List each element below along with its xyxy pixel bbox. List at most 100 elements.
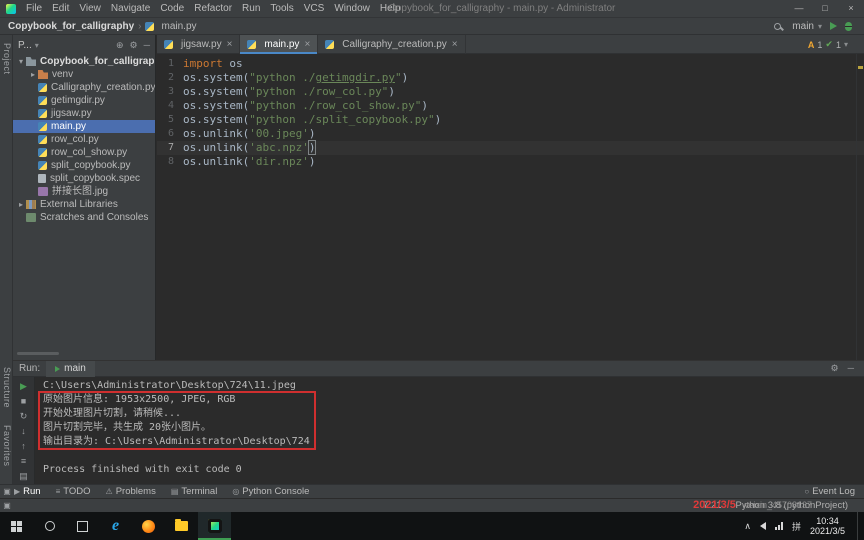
run-button[interactable]: [830, 22, 837, 30]
edge-taskbar-button[interactable]: e: [99, 512, 132, 540]
close-button[interactable]: ×: [838, 0, 864, 17]
ime-indicator[interactable]: 拼: [792, 520, 801, 533]
code-line[interactable]: 4os.system("python ./row_col_show.py"): [157, 99, 864, 113]
gear-icon[interactable]: ⚙: [130, 40, 138, 51]
hide-panel-icon[interactable]: ─: [144, 40, 150, 51]
tab-close-icon[interactable]: ×: [304, 39, 310, 50]
search-button[interactable]: [33, 512, 66, 540]
editor-scrollbar[interactable]: [856, 54, 864, 360]
pycharm-taskbar-button[interactable]: [198, 512, 231, 540]
tree-arrow-icon[interactable]: ▾: [16, 55, 26, 68]
run-tab-main[interactable]: main: [46, 361, 95, 377]
network-icon[interactable]: [775, 522, 783, 530]
editor-tab[interactable]: main.py×: [240, 35, 318, 54]
start-button[interactable]: [0, 512, 33, 540]
explorer-taskbar-button[interactable]: [165, 512, 198, 540]
editor-tab[interactable]: Calligraphy_creation.py×: [318, 35, 465, 54]
menu-item-edit[interactable]: Edit: [47, 3, 74, 14]
project-view-select[interactable]: P...: [18, 40, 32, 51]
editor-tab[interactable]: jigsaw.py×: [157, 35, 240, 54]
clear-output-button[interactable]: ▤: [19, 469, 28, 484]
breadcrumb-file[interactable]: main.py: [145, 21, 196, 32]
volume-icon[interactable]: [760, 522, 766, 530]
scroll-up-button[interactable]: ↑: [21, 439, 26, 454]
caret-position[interactable]: 7:21: [703, 500, 722, 511]
search-everywhere-icon[interactable]: [774, 23, 781, 30]
project-tool-button[interactable]: Project: [2, 43, 12, 75]
interpreter-widget[interactable]: Python 3.8 (pythonProject): [736, 500, 848, 511]
horizontal-scrollbar[interactable]: [17, 352, 59, 355]
project-tree-item[interactable]: getimgdir.py: [13, 94, 155, 107]
tree-arrow-icon[interactable]: ▸: [28, 68, 38, 81]
code-editor[interactable]: 1import os2os.system("python ./getimgdir…: [157, 54, 864, 360]
code-line[interactable]: 1import os: [157, 57, 864, 71]
locate-file-icon[interactable]: ⊕: [116, 40, 124, 51]
project-tree-item[interactable]: 拼接长图.jpg: [13, 185, 155, 198]
project-tree-item[interactable]: ▸External Libraries: [13, 198, 155, 211]
menu-item-vcs[interactable]: VCS: [299, 3, 330, 14]
stop-button[interactable]: ■: [21, 394, 26, 409]
project-tree-item[interactable]: jigsaw.py: [13, 107, 155, 120]
rerun-button[interactable]: ▶: [20, 379, 27, 394]
console-output[interactable]: C:\Users\Administrator\Desktop\724\11.jp…: [35, 377, 864, 484]
show-desktop-button[interactable]: [857, 512, 862, 540]
menu-item-refactor[interactable]: Refactor: [189, 3, 237, 14]
project-tree-item[interactable]: row_col.py: [13, 133, 155, 146]
tab-close-icon[interactable]: ×: [452, 39, 458, 50]
soft-wrap-button[interactable]: ≡: [21, 454, 26, 469]
event-log-button[interactable]: ○ Event Log: [804, 486, 864, 497]
menu-item-view[interactable]: View: [74, 3, 106, 14]
code-line[interactable]: 7os.unlink('abc.npz'): [157, 141, 864, 155]
code-line[interactable]: 3os.system("python ./row_col.py"): [157, 85, 864, 99]
code-line[interactable]: 6os.unlink('00.jpeg'): [157, 127, 864, 141]
project-tree-item[interactable]: split_copybook.spec: [13, 172, 155, 185]
toolwindow-button-problems[interactable]: ⚠Problems: [106, 486, 156, 497]
menu-item-help[interactable]: Help: [375, 3, 406, 14]
toolwindow-button-todo[interactable]: ≡TODO: [56, 486, 91, 497]
menu-item-file[interactable]: File: [21, 3, 47, 14]
project-tree-item[interactable]: main.py: [13, 120, 155, 133]
scroll-down-button[interactable]: ↓: [21, 424, 26, 439]
favorites-tool-button[interactable]: Favorites: [2, 425, 12, 467]
project-tree-item[interactable]: Scratches and Consoles: [13, 211, 155, 224]
tree-item-label: row_col_show.py: [51, 146, 127, 159]
tray-chevron-icon[interactable]: ∧: [744, 521, 751, 532]
menu-item-window[interactable]: Window: [329, 3, 375, 14]
menu-item-tools[interactable]: Tools: [265, 3, 298, 14]
project-tree-item[interactable]: row_col_show.py: [13, 146, 155, 159]
restart-button[interactable]: ↻: [20, 409, 28, 424]
code-line[interactable]: 2os.system("python ./getimgdir.py"): [157, 71, 864, 85]
toolwindow-icon: ▤: [171, 487, 179, 496]
tree-arrow-icon[interactable]: ▸: [16, 198, 26, 211]
menu-item-code[interactable]: Code: [155, 3, 189, 14]
toolwindow-button-terminal[interactable]: ▤Terminal: [171, 486, 217, 497]
tab-close-icon[interactable]: ×: [227, 39, 233, 50]
taskbar-clock[interactable]: 10:34 2021/3/5: [810, 516, 845, 536]
structure-tool-button[interactable]: Structure: [2, 367, 12, 408]
code-line[interactable]: 5os.system("python ./split_copybook.py"): [157, 113, 864, 127]
menu-item-run[interactable]: Run: [237, 3, 265, 14]
breadcrumb-project[interactable]: Copybook_for_calligraphy: [8, 21, 134, 32]
python-icon: [38, 83, 47, 92]
tool-window-switcher-icon[interactable]: ▣: [0, 487, 14, 496]
toolwindow-button-python-console[interactable]: ◎Python Console: [232, 486, 309, 497]
toolwindow-button-run[interactable]: ▶Run: [14, 486, 41, 497]
menu-item-navigate[interactable]: Navigate: [106, 3, 155, 14]
hide-panel-icon[interactable]: ─: [848, 363, 854, 374]
project-tree-item[interactable]: ▸venv: [13, 68, 155, 81]
code-line[interactable]: 8os.unlink('dir.npz'): [157, 155, 864, 169]
minimize-button[interactable]: —: [786, 0, 812, 17]
maximize-button[interactable]: □: [812, 0, 838, 17]
project-tree-item[interactable]: ▾Copybook_for_calligraphy: [13, 55, 155, 68]
project-tree-item[interactable]: split_copybook.py: [13, 159, 155, 172]
tree-item-label: Calligraphy_creation.py: [51, 81, 155, 94]
task-view-button[interactable]: [66, 512, 99, 540]
gear-icon[interactable]: ⚙: [831, 363, 839, 374]
quick-access-icon[interactable]: ▣: [0, 501, 14, 510]
inspection-widget[interactable]: A 1 ✔ 1 ▾: [808, 39, 848, 50]
debug-button[interactable]: [845, 22, 852, 31]
warning-stripe-mark[interactable]: [858, 66, 863, 69]
run-configuration-select[interactable]: main ▾: [792, 21, 822, 32]
project-tree-item[interactable]: Calligraphy_creation.py: [13, 81, 155, 94]
firefox-taskbar-button[interactable]: [132, 512, 165, 540]
